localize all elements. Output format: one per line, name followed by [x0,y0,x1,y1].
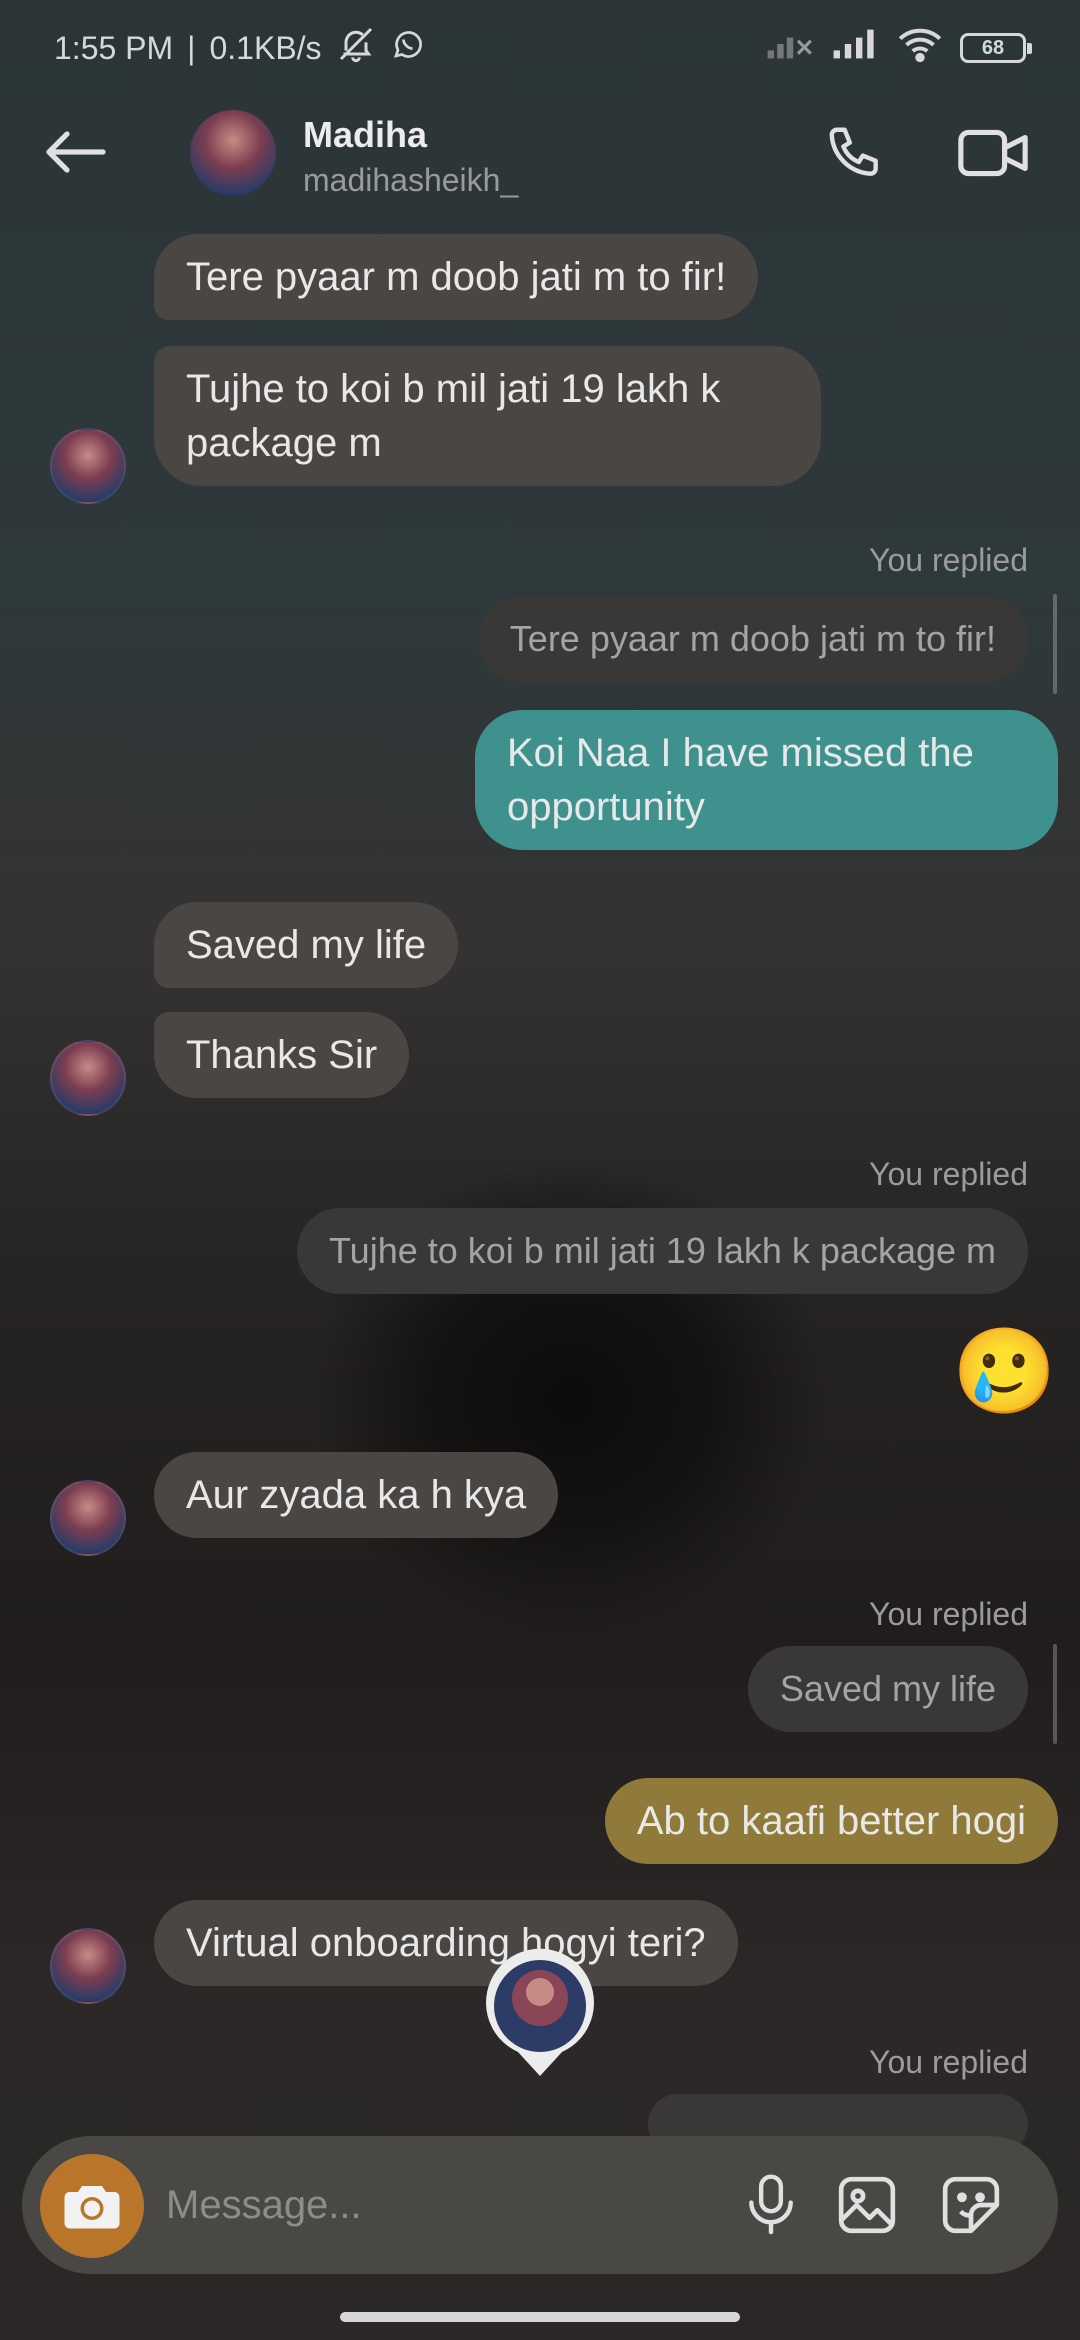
microphone-icon [749,2174,793,2235]
emoji-message[interactable]: 🥲 [952,1326,1057,1416]
incoming-message[interactable]: Virtual onboarding hogyi teri? [154,1900,738,1986]
message-input[interactable] [166,2170,706,2240]
you-replied-label: You replied [869,542,1028,578]
whatsapp-icon [390,26,426,70]
you-replied-label: You replied [869,1156,1028,1192]
incoming-message[interactable]: Saved my life [154,902,459,988]
back-arrow-icon [46,131,106,173]
sender-avatar[interactable] [50,1040,126,1116]
video-camera-icon [958,129,1028,177]
voice-call-button[interactable] [820,118,890,188]
sticker-button[interactable] [938,2172,1004,2238]
signal-off-icon [766,28,814,68]
phone-icon [829,127,878,176]
gallery-button[interactable] [834,2172,900,2238]
typing-indicator-avatar[interactable] [482,1948,598,2080]
incoming-message[interactable]: Aur zyada ka h kya [154,1452,559,1538]
wifi-icon [898,26,942,70]
quoted-message[interactable]: Tere pyaar m doob jati m to fir! [477,596,1028,682]
video-call-button[interactable] [955,118,1031,188]
back-button[interactable] [40,122,110,182]
outgoing-message[interactable]: Koi Naa I have missed the opportunity [475,710,1058,850]
battery-icon: 68 [960,33,1032,63]
message-composer [22,2136,1058,2274]
you-replied-label: You replied [869,1596,1028,1632]
scrollbar-thumb[interactable] [1053,1644,1057,1744]
incoming-message[interactable]: Tere pyaar m doob jati m to fir! [154,234,759,320]
incoming-message[interactable]: Tujhe to koi b mil jati 19 lakh k packag… [154,346,821,486]
contact-name[interactable]: Madiha [303,114,427,156]
gallery-icon [838,2176,896,2234]
you-replied-label: You replied [869,2044,1028,2080]
chat-header: Madiha madihasheikh_ [0,96,1080,212]
header-avatar[interactable] [190,110,276,196]
status-separator: | [187,29,196,66]
camera-button[interactable] [40,2154,144,2258]
sender-avatar[interactable] [50,428,126,504]
microphone-button[interactable] [738,2172,804,2238]
contact-handle[interactable]: madihasheikh_ [303,162,518,199]
scrollbar-thumb[interactable] [1053,594,1057,694]
outgoing-message[interactable]: Ab to kaafi better hogi [604,1778,1058,1864]
home-indicator[interactable] [340,2312,740,2322]
sticker-icon [942,2176,1000,2234]
camera-icon [64,2186,120,2229]
status-bar: 1:55 PM | 0.1KB/s 68 [0,0,1080,96]
status-time: 1:55 PM [54,29,174,66]
signal-icon [832,28,880,68]
network-speed: 0.1KB/s [209,29,322,66]
sender-avatar[interactable] [50,1480,126,1556]
quoted-message[interactable]: Saved my life [747,1646,1028,1732]
mute-icon [336,24,376,72]
sender-avatar[interactable] [50,1928,126,2004]
quoted-message[interactable]: Tujhe to koi b mil jati 19 lakh k packag… [297,1208,1028,1294]
incoming-message[interactable]: Thanks Sir [154,1012,410,1098]
battery-level: 68 [981,36,1005,59]
